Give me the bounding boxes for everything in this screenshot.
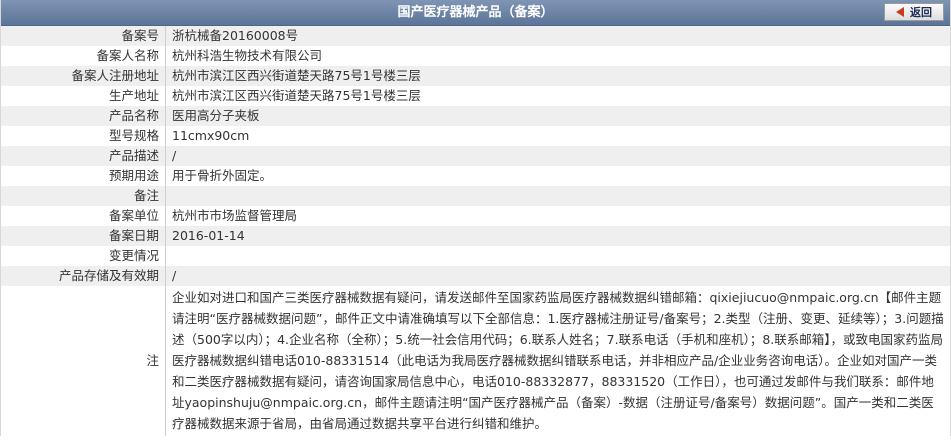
field-value [165, 186, 950, 206]
field-label: 型号规格 [1, 126, 166, 146]
field-label: 生产地址 [1, 86, 166, 106]
field-label: 产品存储及有效期 [1, 266, 166, 286]
field-label: 产品名称 [1, 106, 166, 126]
table-row: 产品名称 医用高分子夹板 [1, 106, 950, 126]
page-title: 国产医疗器械产品（备案） [397, 5, 554, 20]
table-row: 备案人名称 杭州科浩生物技术有限公司 [1, 46, 950, 66]
field-label: 产品描述 [1, 146, 166, 166]
field-value: / [165, 266, 950, 286]
table-row: 型号规格 11cmx90cm [1, 126, 950, 146]
table-row: 备案单位 杭州市市场监督管理局 [1, 206, 950, 226]
table-row: 产品描述 / [1, 146, 950, 166]
field-value: 杭州市滨江区西兴街道楚天路75号1号楼三层 [165, 86, 950, 106]
table-row: 备案人注册地址 杭州市滨江区西兴街道楚天路75号1号楼三层 [1, 66, 950, 86]
field-value: 医用高分子夹板 [165, 106, 950, 126]
table-row: 备注 [1, 186, 950, 206]
detail-table: 备案号 浙杭械备20160008号 备案人名称 杭州科浩生物技术有限公司 备案人… [1, 26, 950, 436]
field-label: 预期用途 [1, 166, 166, 186]
field-value: 用于骨折外固定。 [165, 166, 950, 186]
table-row: 变更情况 [1, 246, 950, 266]
note-label: 注 [1, 286, 166, 436]
table-row: 预期用途 用于骨折外固定。 [1, 166, 950, 186]
table-row: 备案号 浙杭械备20160008号 [1, 26, 950, 46]
note-text: 企业如对进口和国产三类医疗器械数据有疑问，请发送邮件至国家药监局医疗器械数据纠错… [165, 286, 950, 436]
field-value: 杭州市滨江区西兴街道楚天路75号1号楼三层 [165, 66, 950, 86]
field-label: 备案人注册地址 [1, 66, 166, 86]
table-row: 产品存储及有效期 / [1, 266, 950, 286]
back-button-label: 返回 [910, 6, 932, 19]
back-arrow-icon [896, 7, 904, 17]
field-label: 备注 [1, 186, 166, 206]
detail-panel: 国产医疗器械产品（备案） 返回 备案号 浙杭械备20160008号 备案人名称 … [0, 0, 951, 436]
field-label: 备案单位 [1, 206, 166, 226]
field-value: 2016-01-14 [165, 226, 950, 246]
back-button[interactable]: 返回 [884, 3, 944, 21]
header-bar: 国产医疗器械产品（备案） 返回 [1, 0, 950, 26]
field-value: 浙杭械备20160008号 [165, 26, 950, 46]
field-value [165, 246, 950, 266]
note-row: 注 企业如对进口和国产三类医疗器械数据有疑问，请发送邮件至国家药监局医疗器械数据… [1, 286, 950, 436]
field-value: / [165, 146, 950, 166]
field-value: 杭州市市场监督管理局 [165, 206, 950, 226]
field-label: 变更情况 [1, 246, 166, 266]
table-row: 生产地址 杭州市滨江区西兴街道楚天路75号1号楼三层 [1, 86, 950, 106]
field-label: 备案日期 [1, 226, 166, 246]
table-row: 备案日期 2016-01-14 [1, 226, 950, 246]
field-label: 备案号 [1, 26, 166, 46]
field-value: 杭州科浩生物技术有限公司 [165, 46, 950, 66]
field-value: 11cmx90cm [165, 126, 950, 146]
field-label: 备案人名称 [1, 46, 166, 66]
